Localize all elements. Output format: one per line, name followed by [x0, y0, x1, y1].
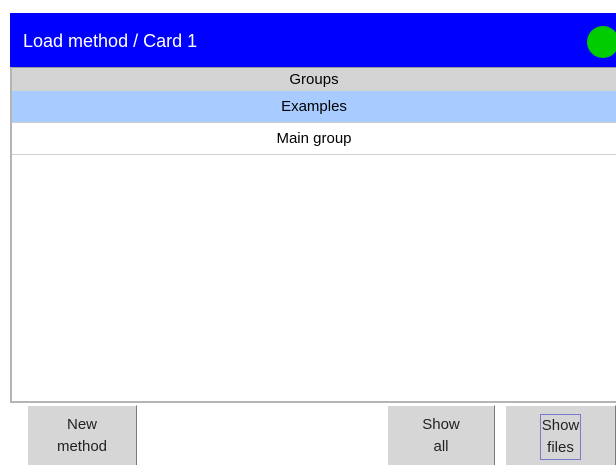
show-all-label-line2: all	[433, 438, 449, 455]
show-files-label-line2: files	[547, 439, 574, 456]
show-files-label-line1: Show	[541, 417, 580, 434]
title-bar: Load method / Card 1	[10, 13, 616, 67]
show-all-label-line1: Show	[422, 416, 460, 433]
new-method-label-line1: New	[66, 416, 97, 433]
status-indicator-icon	[587, 26, 616, 58]
groups-list: Examples Main group	[12, 91, 616, 155]
groups-header: Groups	[12, 67, 616, 91]
list-item-main-group[interactable]: Main group	[12, 123, 616, 155]
show-files-focus-box: Show files	[539, 414, 582, 460]
show-files-button[interactable]: Show files	[505, 405, 616, 465]
show-all-button[interactable]: Show all	[387, 405, 495, 465]
list-item-examples[interactable]: Examples	[12, 91, 616, 123]
groups-panel: Groups Examples Main group	[10, 67, 616, 403]
window-title: Load method / Card 1	[23, 31, 198, 51]
load-method-screen: Load method / Card 1 Groups Examples Mai…	[0, 0, 616, 465]
new-method-label-line2: method	[56, 438, 108, 455]
new-method-button[interactable]: New method	[27, 405, 137, 465]
bottom-toolbar: New method Show all Show files	[10, 403, 616, 465]
